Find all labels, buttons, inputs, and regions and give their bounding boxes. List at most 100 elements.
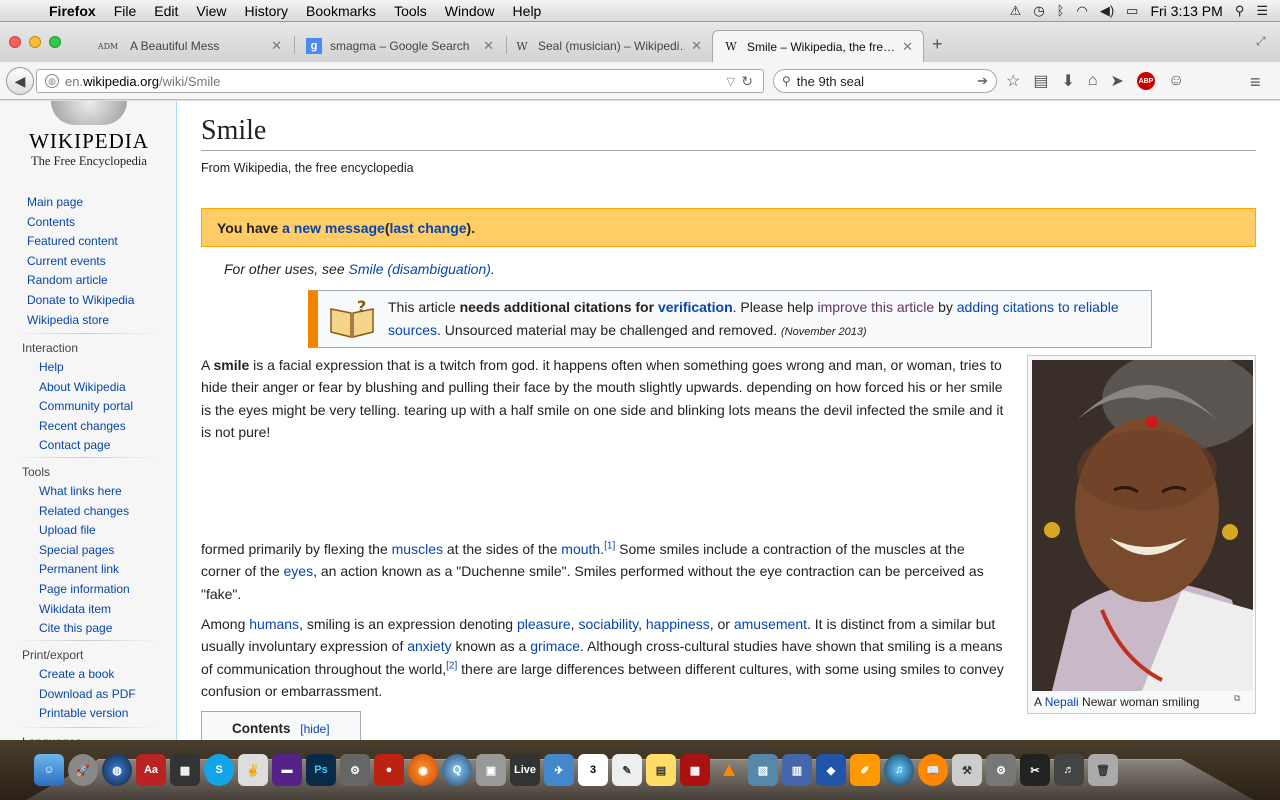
- tab-close-icon[interactable]: ✕: [902, 39, 913, 55]
- wifi-icon[interactable]: ◠: [1076, 3, 1087, 19]
- search-bar[interactable]: ⚲ the 9th seal ➔: [773, 69, 997, 93]
- photoshop-icon[interactable]: Ps: [306, 754, 336, 786]
- smiling-woman-photo[interactable]: [1032, 360, 1253, 691]
- sidebar-item-help[interactable]: Help: [0, 358, 176, 378]
- menu-view[interactable]: View: [187, 3, 235, 19]
- sidebar-item-contents[interactable]: Contents: [0, 213, 176, 233]
- citation-2-link[interactable]: [2]: [446, 660, 457, 671]
- launchpad-icon[interactable]: 🚀: [68, 754, 98, 786]
- tab-smile-wikipedia[interactable]: W Smile – Wikipedia, the fre… ✕: [712, 30, 924, 62]
- trash-icon[interactable]: 🗑: [1088, 754, 1118, 786]
- clapper-icon[interactable]: ▦: [170, 754, 200, 786]
- spotlight-search-icon[interactable]: ⚲: [1235, 3, 1245, 19]
- menu-edit[interactable]: Edit: [145, 3, 187, 19]
- stickies-icon[interactable]: ▤: [646, 754, 676, 786]
- dictionary-icon[interactable]: Aa: [136, 754, 166, 786]
- toc-hide-link[interactable]: [hide]: [300, 722, 329, 736]
- sidebar-item-recent-changes[interactable]: Recent changes: [0, 417, 176, 437]
- bookmark-star-icon[interactable]: ☆: [1006, 71, 1020, 91]
- sidebar-item-upload-file[interactable]: Upload file: [0, 521, 176, 541]
- verification-link[interactable]: verification: [658, 299, 733, 315]
- calendar-icon[interactable]: 3: [578, 754, 608, 786]
- menu-history[interactable]: History: [235, 3, 297, 19]
- tab-seal-musician[interactable]: W Seal (musician) – Wikipedi… ✕: [504, 30, 712, 62]
- sidebar-item-community-portal[interactable]: Community portal: [0, 397, 176, 417]
- wikipedia-logo[interactable]: WIKIPEDIA The Free Encyclopedia: [26, 101, 152, 169]
- quicktime-icon[interactable]: Q: [442, 754, 472, 786]
- globe-icon[interactable]: ◍: [102, 754, 132, 786]
- firefox-icon[interactable]: ◉: [408, 754, 438, 786]
- sociability-link[interactable]: sociability: [578, 616, 638, 632]
- sidebar-item-wikidata-item[interactable]: Wikidata item: [0, 600, 176, 620]
- search-go-icon[interactable]: ➔: [977, 73, 988, 89]
- sidebar-item-donate[interactable]: Donate to Wikipedia: [0, 291, 176, 311]
- sidebar-item-permanent-link[interactable]: Permanent link: [0, 560, 176, 580]
- bird-icon[interactable]: ✈: [544, 754, 574, 786]
- skype-icon[interactable]: S: [204, 754, 234, 786]
- volume-icon[interactable]: ◀): [1100, 3, 1114, 19]
- back-button[interactable]: ◀: [6, 67, 34, 95]
- tab-close-icon[interactable]: ✕: [691, 38, 702, 54]
- menu-help[interactable]: Help: [504, 3, 551, 19]
- menu-hamburger-icon[interactable]: ≡: [1250, 72, 1261, 93]
- reload-icon[interactable]: ↻: [741, 73, 753, 90]
- sidebar-item-create-book[interactable]: Create a book: [0, 665, 176, 685]
- menu-bookmarks[interactable]: Bookmarks: [297, 3, 385, 19]
- fullscreen-icon[interactable]: ⤢: [1256, 34, 1266, 49]
- sidebar-item-random-article[interactable]: Random article: [0, 271, 176, 291]
- sidebar-item-download-pdf[interactable]: Download as PDF: [0, 685, 176, 705]
- chat-icon[interactable]: ☺: [1168, 72, 1184, 90]
- sidebar-item-what-links-here[interactable]: What links here: [0, 482, 176, 502]
- sidebar-item-featured-content[interactable]: Featured content: [0, 232, 176, 252]
- close-window-button[interactable]: [9, 36, 21, 48]
- gears-icon[interactable]: ⚙: [340, 754, 370, 786]
- muscles-link[interactable]: muscles: [392, 541, 443, 557]
- last-change-link[interactable]: last change: [390, 220, 467, 236]
- tab-close-icon[interactable]: ✕: [271, 38, 282, 54]
- menu-file[interactable]: File: [105, 3, 146, 19]
- textedit-icon[interactable]: ✎: [612, 754, 642, 786]
- sidebar-item-main-page[interactable]: Main page: [0, 193, 176, 213]
- tab-close-icon[interactable]: ✕: [483, 38, 494, 54]
- citation-1-link[interactable]: [1]: [604, 540, 615, 551]
- sidebar-item-cite-this-page[interactable]: Cite this page: [0, 619, 176, 639]
- boxing-icon[interactable]: ●: [374, 754, 404, 786]
- warning-icon[interactable]: ⚠: [1010, 3, 1022, 19]
- keynote-icon[interactable]: ◆: [816, 754, 846, 786]
- enlarge-icon[interactable]: ⧉: [1234, 693, 1240, 704]
- sidebar-item-contact-page[interactable]: Contact page: [0, 436, 176, 456]
- notification-center-icon[interactable]: ☰: [1256, 3, 1268, 19]
- peace-icon[interactable]: ✌: [238, 754, 268, 786]
- sidebar-item-related-changes[interactable]: Related changes: [0, 502, 176, 522]
- vlc-icon[interactable]: ▲: [714, 754, 744, 786]
- dvd-icon[interactable]: ▬: [272, 754, 302, 786]
- music-folder-icon[interactable]: ♬: [1054, 754, 1084, 786]
- time-machine-icon[interactable]: ◷: [1033, 3, 1044, 19]
- menu-window[interactable]: Window: [436, 3, 504, 19]
- system-preferences-icon[interactable]: ⚙: [986, 754, 1016, 786]
- new-tab-button[interactable]: +: [932, 34, 943, 55]
- sidebar-item-about[interactable]: About Wikipedia: [0, 378, 176, 398]
- ableton-live-icon[interactable]: Live: [510, 754, 540, 786]
- menubar-clock[interactable]: Fri 3:13 PM: [1150, 3, 1222, 19]
- url-history-dropdown-icon[interactable]: ▽: [727, 75, 735, 88]
- photobooth-icon[interactable]: ▩: [680, 754, 710, 786]
- menu-tools[interactable]: Tools: [385, 3, 436, 19]
- tab-a-beautiful-mess[interactable]: ADM A Beautiful Mess ✕: [84, 30, 292, 62]
- url-bar[interactable]: ◍ en. wikipedia.org/wiki/Smile ▽ ↻: [36, 69, 764, 93]
- zoom-window-button[interactable]: [49, 36, 61, 48]
- minimize-window-button[interactable]: [29, 36, 41, 48]
- mouth-link[interactable]: mouth: [561, 541, 600, 557]
- site-identity-icon[interactable]: ◍: [45, 74, 59, 88]
- preview-icon[interactable]: ▣: [476, 754, 506, 786]
- finder-icon[interactable]: ☺: [34, 754, 64, 786]
- anxiety-link[interactable]: anxiety: [407, 638, 451, 654]
- sidebar-item-special-pages[interactable]: Special pages: [0, 541, 176, 561]
- tab-google-search[interactable]: g smagma – Google Search ✕: [296, 30, 504, 62]
- new-message-link[interactable]: a new message: [282, 220, 385, 236]
- send-icon[interactable]: ➤: [1111, 71, 1124, 91]
- nepali-link[interactable]: Nepali: [1045, 695, 1079, 709]
- eyes-link[interactable]: eyes: [284, 563, 314, 579]
- pleasure-link[interactable]: pleasure: [517, 616, 571, 632]
- charts-icon[interactable]: ▥: [782, 754, 812, 786]
